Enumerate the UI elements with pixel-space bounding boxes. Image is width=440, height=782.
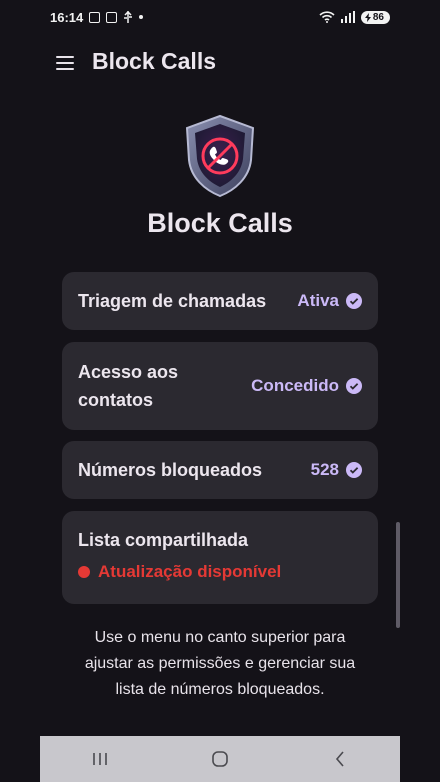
scrollbar[interactable] <box>396 522 400 628</box>
charging-icon <box>364 12 371 22</box>
home-icon <box>212 751 228 767</box>
update-available-text: Atualização disponível <box>98 562 282 581</box>
app-bar: Block Calls <box>0 34 440 90</box>
contacts-access-status: Concedido <box>251 376 362 396</box>
screenshot-icon <box>106 11 118 23</box>
back-icon <box>335 751 344 767</box>
status-right: 86 <box>319 10 390 24</box>
status-left: 16:14 <box>50 9 144 25</box>
signal-icon <box>340 11 355 23</box>
blocked-numbers-label: Números bloqueados <box>78 460 263 480</box>
check-circle-icon <box>346 462 362 478</box>
check-circle-icon <box>346 293 362 309</box>
update-status: Atualização disponível <box>78 562 362 582</box>
call-screening-label: Triagem de chamadas <box>78 291 267 311</box>
shared-list-label: Lista compartilhada <box>78 530 249 550</box>
blocked-numbers-status: 528 <box>311 460 362 480</box>
blocked-numbers-card[interactable]: Números bloqueados 528 <box>62 441 378 499</box>
menu-icon[interactable] <box>56 56 74 70</box>
hero-title: Block Calls <box>147 208 293 238</box>
more-notifications-icon <box>139 15 144 19</box>
status-time: 16:14 <box>50 9 84 25</box>
battery-level: 86 <box>372 11 384 23</box>
call-screening-status-text: Ativa <box>297 291 339 310</box>
contacts-access-label: Acesso aos contatos <box>78 358 178 414</box>
usb-icon <box>124 11 133 23</box>
call-screening-status: Ativa <box>297 291 362 311</box>
home-button[interactable] <box>205 744 235 774</box>
call-screening-card[interactable]: Triagem de chamadas Ativa <box>62 272 378 330</box>
back-button[interactable] <box>325 744 355 774</box>
alert-dot-icon <box>78 566 90 578</box>
contacts-access-status-text: Concedido <box>251 376 339 395</box>
hint-text: Use o menu no canto superior para ajusta… <box>50 625 390 703</box>
hint-line2: ajustar as permissões e gerenciar sua <box>84 655 356 672</box>
hint-line1: Use o menu no canto superior para <box>94 629 346 646</box>
contacts-access-label-line2: contatos <box>78 390 154 410</box>
status-bar: 16:14 86 <box>0 0 440 34</box>
recent-apps-button[interactable] <box>85 744 115 774</box>
recents-icon <box>93 753 107 765</box>
hint-line3: lista de números bloqueados. <box>115 681 325 698</box>
shared-list-card[interactable]: Lista compartilhada Atualização disponív… <box>62 511 378 604</box>
app-title: Block Calls <box>92 48 216 74</box>
contacts-access-card[interactable]: Acesso aos contatos Concedido <box>62 342 378 430</box>
check-circle-icon <box>346 378 362 394</box>
notification-icon <box>89 11 101 23</box>
wifi-icon <box>319 11 335 23</box>
shield-blocked-phone-icon <box>185 114 255 198</box>
contacts-access-label-line1: Acesso aos <box>78 362 179 382</box>
system-nav-bar <box>40 736 400 782</box>
battery-indicator: 86 <box>360 10 390 24</box>
blocked-numbers-count: 528 <box>310 460 339 479</box>
